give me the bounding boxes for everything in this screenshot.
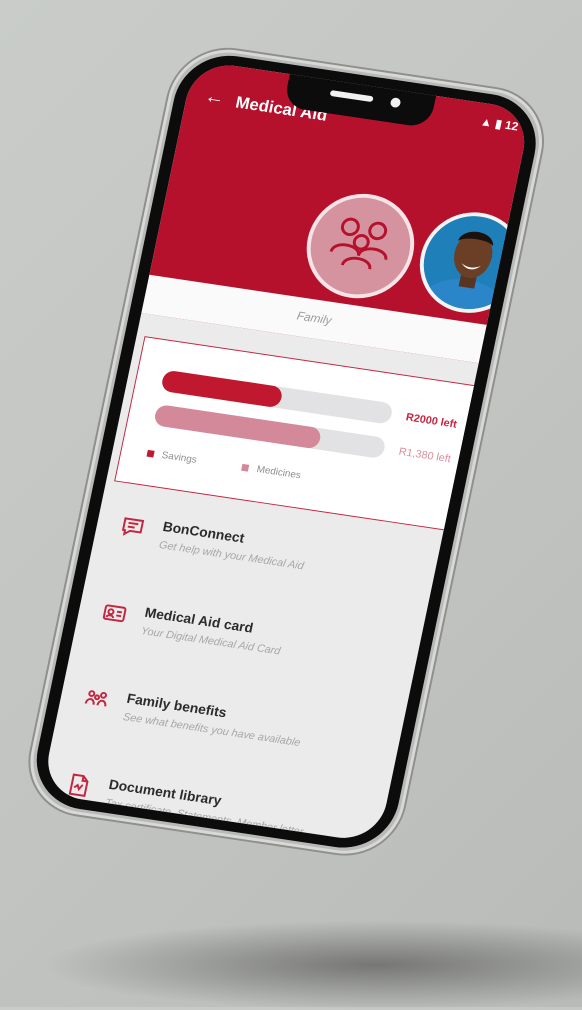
- document-icon: [68, 773, 89, 797]
- legend-medicines-swatch: [241, 463, 250, 472]
- app-screen: ▲ ▮ 12 ← Medical Aid Family R2000 left R…: [40, 59, 532, 844]
- balance-card: R2000 left R1,380 left Savings Medicines: [114, 336, 484, 532]
- menu-item-subtitle: Your Digital Medical Aid Card: [139, 625, 282, 658]
- speaker-grille: [329, 90, 374, 103]
- status-bar-icons: ▲ ▮ 12: [479, 114, 520, 134]
- balance-legend: Savings Medicines: [146, 448, 345, 489]
- legend-item-savings: Savings: [146, 448, 198, 466]
- arrow-left-icon[interactable]: ←: [203, 85, 227, 110]
- phone-body: ▲ ▮ 12 ← Medical Aid Family R2000 left R…: [20, 42, 553, 862]
- feature-menu: BonConnect Get help with your Medical Ai…: [41, 501, 440, 843]
- phone-mockup: ▲ ▮ 12 ← Medical Aid Family R2000 left R…: [20, 42, 553, 967]
- profile-family-button[interactable]: [297, 186, 424, 306]
- family-benefits-icon: [84, 690, 107, 707]
- legend-savings-label: Savings: [160, 450, 198, 466]
- chat-icon: [121, 517, 145, 536]
- medicines-remaining: R1,380 left: [397, 445, 452, 466]
- status-time: 12: [503, 118, 520, 134]
- menu-item-subtitle: Get help with your Medical Aid: [157, 539, 305, 573]
- savings-bar-fill: [160, 369, 284, 409]
- legend-item-medicines: Medicines: [241, 462, 302, 481]
- front-camera: [389, 97, 402, 109]
- legend-medicines-label: Medicines: [255, 464, 302, 482]
- legend-savings-swatch: [146, 449, 155, 458]
- savings-remaining: R2000 left: [404, 411, 458, 431]
- id-card-icon: [102, 604, 127, 623]
- family-group-icon: [329, 217, 388, 270]
